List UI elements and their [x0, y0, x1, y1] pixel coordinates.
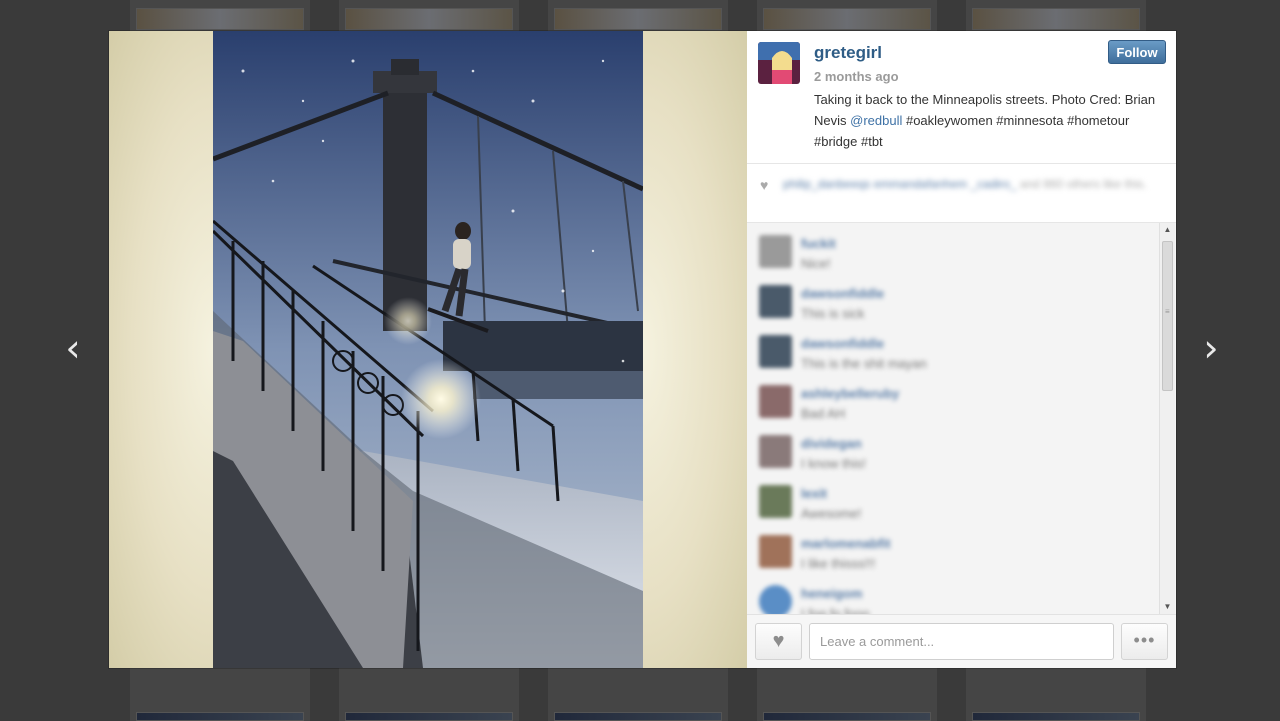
- commenter-avatar[interactable]: [759, 485, 792, 518]
- comment-text: I like thisss!!!: [801, 556, 876, 571]
- likes-count: and 860 others like this.: [1016, 177, 1147, 191]
- comments-list: fuckit Nice! dawsonfiddle This is sick d…: [747, 223, 1176, 614]
- comments-scrollbar[interactable]: ▲ ≡ ▼: [1159, 223, 1175, 614]
- commenter-username[interactable]: heneigom: [801, 586, 862, 601]
- commenter-username[interactable]: lexit: [801, 486, 827, 501]
- background-thumbnail[interactable]: [972, 8, 1140, 30]
- scroll-up-arrow-icon[interactable]: ▲: [1160, 223, 1175, 237]
- commenter-username[interactable]: dawsonfiddle: [801, 286, 884, 301]
- commenter-avatar[interactable]: [759, 235, 792, 268]
- commenter-username[interactable]: dawsonfiddle: [801, 336, 884, 351]
- comment-text: Bad AH: [801, 406, 846, 421]
- follow-button[interactable]: Follow: [1108, 40, 1166, 64]
- background-thumbnail[interactable]: [554, 712, 722, 721]
- commenter-username[interactable]: fuckit: [801, 236, 836, 251]
- heart-icon: ♥: [772, 630, 785, 652]
- next-arrow-icon[interactable]: ›: [1196, 328, 1226, 368]
- comment-item: lexit Awesome!: [759, 481, 1149, 521]
- post-timestamp: 2 months ago: [814, 69, 899, 84]
- more-dots-icon: •••: [1133, 630, 1156, 650]
- photo-border-left: [109, 31, 213, 668]
- post-header: gretegirl 2 months ago Follow Taking it …: [747, 31, 1176, 164]
- mention-link[interactable]: @redbull: [850, 113, 902, 128]
- background-thumbnail[interactable]: [763, 8, 931, 30]
- comment-item: dawsonfiddle This is sick: [759, 281, 1149, 321]
- background-thumbnail[interactable]: [763, 712, 931, 721]
- likes-text: philip_danbeeqs emmandafanhem _cadiro_ a…: [783, 176, 1153, 193]
- background-thumbnail[interactable]: [345, 8, 513, 30]
- comment-text: Awesome!: [801, 506, 862, 521]
- post-caption: Taking it back to the Minneapolis street…: [814, 89, 1164, 152]
- heart-icon: ♥: [760, 177, 769, 193]
- like-button[interactable]: ♥: [755, 623, 802, 660]
- comment-footer: ♥ •••: [747, 614, 1176, 668]
- comment-item: heneigom I fog fo fooo: [759, 581, 1149, 614]
- commenter-avatar[interactable]: [759, 385, 792, 418]
- commenter-username[interactable]: marlomenabfit: [801, 536, 891, 551]
- likers-names[interactable]: philip_danbeeqs emmandafanhem _cadiro_: [783, 177, 1017, 191]
- background-thumbnail[interactable]: [136, 712, 304, 721]
- commenter-avatar[interactable]: [759, 335, 792, 368]
- photo-modal: gretegirl 2 months ago Follow Taking it …: [109, 31, 1176, 668]
- commenter-avatar[interactable]: [759, 435, 792, 468]
- commenter-avatar[interactable]: [759, 285, 792, 318]
- scroll-down-arrow-icon[interactable]: ▼: [1160, 600, 1175, 614]
- comment-item: fuckit Nice!: [759, 231, 1149, 271]
- background-thumbnail[interactable]: [345, 712, 513, 721]
- commenter-avatar[interactable]: [759, 585, 792, 614]
- background-thumbnail[interactable]: [136, 8, 304, 30]
- comment-text: I know this!: [801, 456, 867, 471]
- comment-text: I fog fo fooo: [801, 606, 870, 614]
- commenter-username[interactable]: dividegan: [801, 436, 862, 451]
- comment-item: dawsonfiddle This is the shit mayan: [759, 331, 1149, 371]
- post-details-panel: gretegirl 2 months ago Follow Taking it …: [747, 31, 1176, 668]
- scrollbar-thumb[interactable]: ≡: [1162, 241, 1173, 391]
- post-photo: [213, 31, 643, 668]
- photo-border-right: [643, 31, 747, 668]
- commenter-username[interactable]: ashleybelleruby: [801, 386, 899, 401]
- comment-item: ashleybelleruby Bad AH: [759, 381, 1149, 421]
- previous-arrow-icon[interactable]: ‹: [58, 328, 88, 368]
- photo-panel: [109, 31, 747, 668]
- comment-text: Nice!: [801, 256, 831, 271]
- comment-text: This is the shit mayan: [801, 356, 927, 371]
- user-avatar[interactable]: [758, 42, 800, 84]
- username-link[interactable]: gretegirl: [814, 43, 882, 63]
- background-thumbnail[interactable]: [972, 712, 1140, 721]
- background-thumbnail[interactable]: [554, 8, 722, 30]
- likes-section: ♥ philip_danbeeqs emmandafanhem _cadiro_…: [747, 164, 1176, 223]
- comment-input[interactable]: [809, 623, 1114, 660]
- comment-item: marlomenabfit I like thisss!!!: [759, 531, 1149, 571]
- comment-item: dividegan I know this!: [759, 431, 1149, 471]
- grip-icon: ≡: [1165, 307, 1170, 316]
- comment-text: This is sick: [801, 306, 865, 321]
- more-options-button[interactable]: •••: [1121, 623, 1168, 660]
- commenter-avatar[interactable]: [759, 535, 792, 568]
